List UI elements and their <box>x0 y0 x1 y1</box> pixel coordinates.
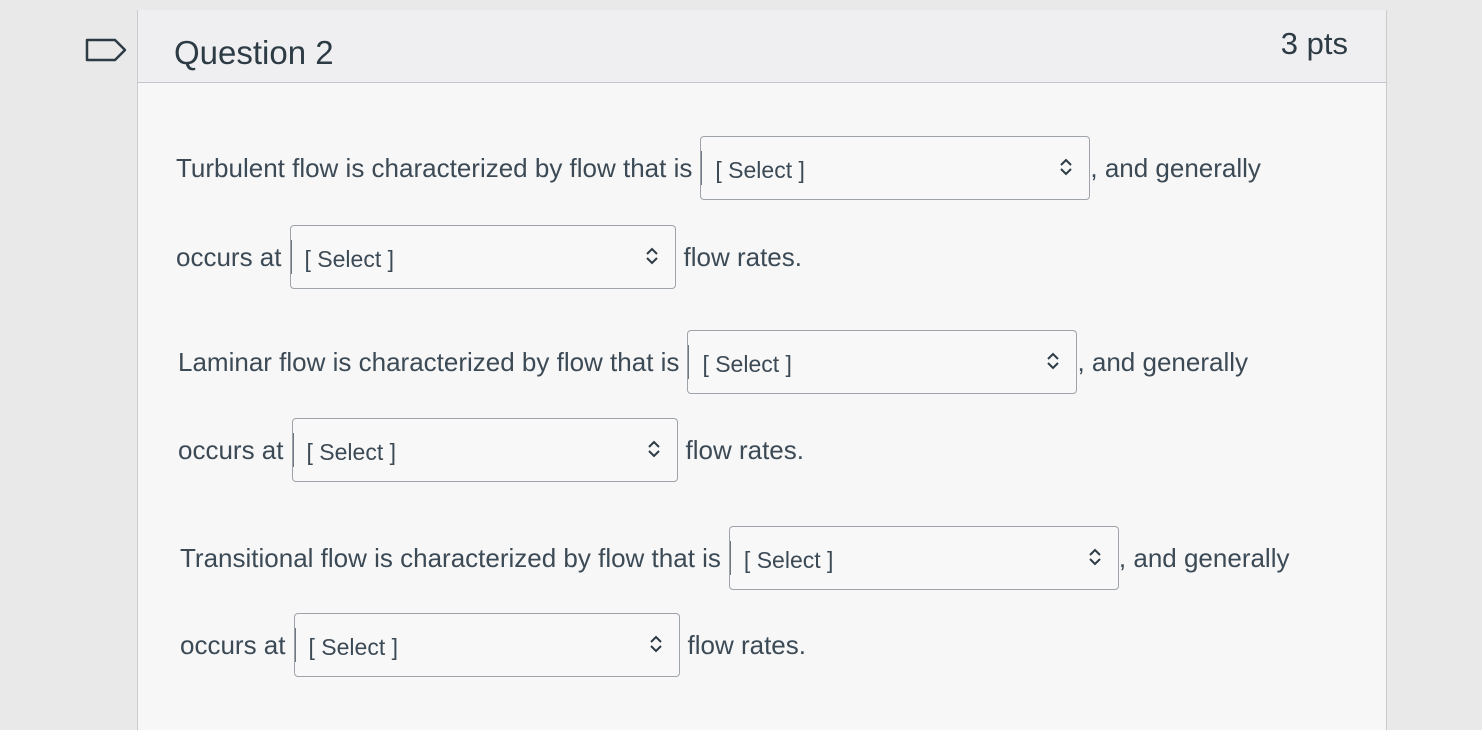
turbulent-suffix: , and generally <box>1090 152 1261 183</box>
chevron-up-down-icon <box>647 440 660 458</box>
question-points: 3 pts <box>1280 26 1348 61</box>
flag-question-icon[interactable] <box>85 38 127 62</box>
select-value: [ Select ] <box>743 547 834 573</box>
transitional-line-2: occurs at [ Select ] flow rates. <box>180 613 806 677</box>
chevron-up-down-icon <box>1089 548 1101 566</box>
turbulent-characteristic-select[interactable]: [ Select ] <box>700 136 1091 200</box>
laminar-text: Laminar flow is characterized by flow th… <box>178 346 680 377</box>
question-title: Question 2 <box>174 34 334 71</box>
select-value: [ Select ] <box>702 351 792 377</box>
turbulent-line-2: occurs at [ Select ] flow rates. <box>176 225 802 289</box>
turbulent-text: Turbulent flow is characterized by flow … <box>176 152 693 183</box>
select-value: [ Select ] <box>715 157 805 183</box>
occurs-at-text: occurs at <box>178 434 284 465</box>
chevron-up-down-icon <box>1060 158 1073 176</box>
occurs-at-text: occurs at <box>180 629 286 660</box>
chevron-up-down-icon <box>645 247 658 265</box>
select-value: [ Select ] <box>306 439 396 465</box>
question-card: Question 2 3 pts Turbulent flow is chara… <box>137 10 1387 730</box>
question-header: Question 2 3 pts <box>138 10 1386 83</box>
select-value: [ Select ] <box>308 634 398 660</box>
laminar-flow-rate-select[interactable]: [ Select ] <box>291 418 678 482</box>
laminar-suffix: , and generally <box>1077 346 1248 377</box>
occurs-at-text: occurs at <box>176 241 282 272</box>
select-value: [ Select ] <box>304 246 394 272</box>
chevron-up-down-icon <box>1047 352 1060 370</box>
transitional-suffix: , and generally <box>1118 542 1290 573</box>
transitional-text: Transitional flow is characterized by fl… <box>180 542 721 573</box>
laminar-line-1: Laminar flow is characterized by flow th… <box>178 330 1248 394</box>
flow-rates-text: flow rates. <box>685 434 805 465</box>
flow-rates-text: flow rates. <box>687 629 807 660</box>
flow-rates-text: flow rates. <box>683 241 803 272</box>
transitional-line-1: Transitional flow is characterized by fl… <box>180 526 1289 590</box>
chevron-up-down-icon <box>649 635 662 653</box>
turbulent-flow-rate-select[interactable]: [ Select ] <box>289 225 676 289</box>
transitional-characteristic-select[interactable]: [ Select ] <box>728 526 1119 590</box>
turbulent-line-1: Turbulent flow is characterized by flow … <box>176 136 1261 200</box>
transitional-flow-rate-select[interactable]: [ Select ] <box>293 613 680 677</box>
laminar-characteristic-select[interactable]: [ Select ] <box>687 330 1078 394</box>
laminar-line-2: occurs at [ Select ] flow rates. <box>178 418 804 482</box>
